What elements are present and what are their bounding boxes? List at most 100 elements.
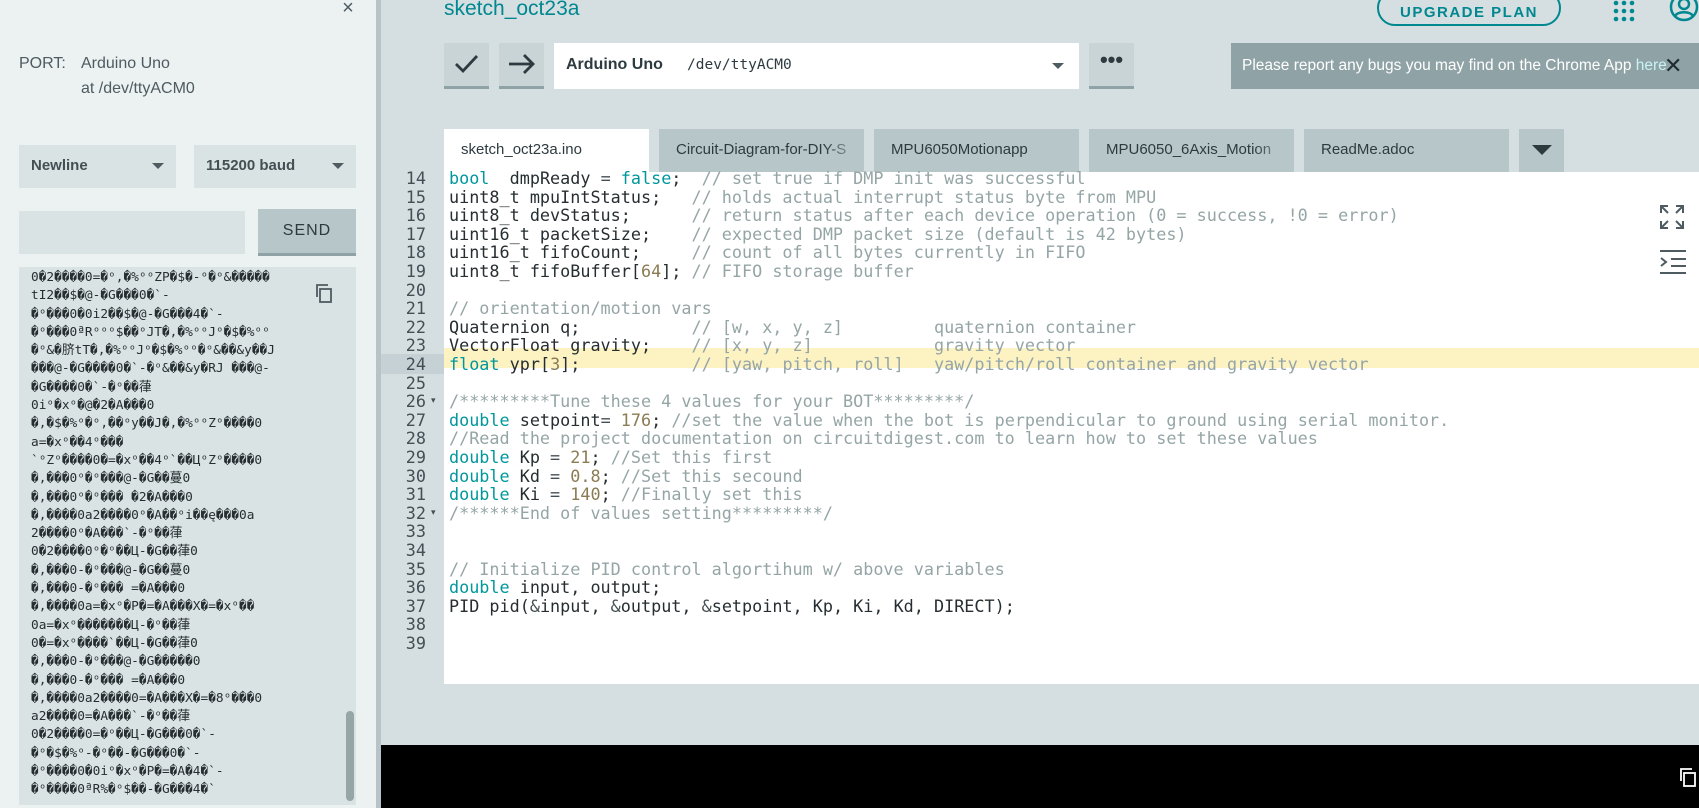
code-token: ]; [661, 261, 692, 281]
line-number: 31 [405, 484, 426, 505]
tab-sketch-ino[interactable]: sketch_oct23a.ino [444, 129, 649, 172]
console-output[interactable] [381, 745, 1699, 808]
serial-output-line: 0iᵒ�xᵒ�@�2�A���0 [31, 398, 155, 414]
code-token: 21 [570, 447, 591, 467]
bug-report-banner: Please report any bugs you may find on t… [1231, 43, 1699, 89]
code-line: uint8_t fifoBuffer[64]; // FIFO storage … [449, 261, 914, 281]
code-line: double input, output; [449, 577, 661, 597]
line-number: 39 [405, 633, 426, 653]
baud-rate-value: 115200 baud [206, 157, 296, 174]
verify-button[interactable] [444, 43, 489, 89]
line-number: 20 [405, 279, 426, 300]
upgrade-plan-button[interactable]: UPGRADE PLAN [1377, 0, 1561, 26]
code-token: double [449, 465, 510, 486]
code-token: & [701, 595, 712, 616]
code-line: VectorFloat gravity; // [x, y, z] gravit… [449, 335, 1075, 355]
code-token: ; [600, 465, 621, 486]
line-number: 18 [405, 242, 426, 263]
code-token: Kp [509, 447, 551, 467]
sketch-title[interactable]: sketch_oct23a [444, 0, 579, 21]
line-ending-select[interactable]: Newline [19, 145, 176, 188]
copy-icon[interactable] [1678, 766, 1699, 788]
serial-output-scrollbar[interactable] [346, 711, 354, 801]
tab-mpu6050-motionapp[interactable]: MPU6050Motionapp [874, 129, 1079, 172]
serial-send-input[interactable] [19, 211, 245, 254]
line-number: 21 [405, 298, 426, 319]
code-line: float ypr[3]; // [yaw, pitch, roll] yaw/… [449, 354, 1368, 374]
code-token: // Initialize PID control algortihum w/ … [449, 558, 1005, 579]
code-token: double [449, 484, 510, 505]
code-token: /******End of values setting*********/ [449, 502, 833, 523]
baud-rate-select[interactable]: 115200 baud [194, 145, 356, 188]
serial-output-text: 0�2����0=�ᵒ,�%ᵒᵒZP�$�-ᵒ�ᵒ&����� tI2��$�@-… [31, 269, 336, 800]
grid-icon[interactable] [1613, 0, 1635, 22]
serial-output[interactable]: 0�2����0=�ᵒ,�%ᵒᵒZP�$�-ᵒ�ᵒ&����� tI2��$�@-… [19, 267, 356, 805]
bug-report-link[interactable]: here [1636, 57, 1667, 74]
line-number: 30 [405, 465, 426, 486]
code-token: 140 [570, 484, 601, 505]
serial-output-line: �ᵒ����0ªR%�ᵒ$��-�G���4�` [31, 782, 216, 798]
board-selector[interactable]: Arduino Uno /dev/ttyACM0 [554, 43, 1079, 89]
line-number: 22 [405, 316, 426, 337]
account-icon[interactable] [1669, 0, 1699, 22]
tab-label: Circuit-Diagram-for-DIY-S [676, 141, 847, 158]
code-token: uint8_t mpuIntStatus; [449, 186, 692, 207]
port-label: PORT: [19, 55, 66, 72]
code-token: // orientation/motion vars [449, 298, 712, 319]
expand-icon[interactable] [1659, 204, 1685, 230]
send-button[interactable]: SEND [258, 209, 356, 256]
serial-output-line: �,���0-�ᵒ��� =�A���0 [31, 672, 186, 688]
indent-icon[interactable] [1659, 249, 1687, 275]
code-token: ; [600, 484, 621, 505]
serial-output-line: 0�2����0ᵒ�ᵒ��Ц-�G��葎0 [31, 544, 198, 560]
line-number: 17 [405, 223, 426, 244]
code-token: double [449, 447, 510, 467]
line-number: 33 [405, 521, 426, 542]
check-icon [455, 55, 479, 74]
code-token: & [610, 595, 621, 616]
copy-icon[interactable] [313, 281, 337, 305]
fold-toggle-icon[interactable]: ▾ [431, 507, 436, 518]
tab-mpu6050-6axis[interactable]: MPU6050_6Axis_Motion [1089, 129, 1294, 172]
upload-button[interactable] [499, 43, 544, 89]
code-token: // count of all bytes currently in FIFO [691, 242, 1086, 263]
code-token: output, [620, 595, 702, 616]
fold-toggle-icon[interactable]: ▾ [431, 395, 436, 406]
tabs-dropdown-button[interactable] [1519, 129, 1564, 172]
bug-banner-text: Please report any bugs you may find on t… [1242, 57, 1636, 74]
code-line: double Kp = 21; //Set this first [449, 447, 772, 467]
line-number: 36 [405, 577, 426, 598]
serial-output-line: �,���0ᵒ�ᵒ���@-�G��蔓0 [31, 471, 191, 487]
code-line: double Kd = 0.8; //Set this secound [449, 466, 803, 486]
serial-output-line: �ᵒ���0�0i2��$�@-�G���4�`- [31, 306, 224, 322]
code-line: double setpoint= 176; //set the value wh… [449, 410, 1449, 430]
serial-output-line: a=�xᵒ��4ᵒ��� [31, 434, 124, 450]
code-line: /*********Tune these 4 values for your B… [449, 391, 974, 411]
code-token: setpoint [509, 409, 601, 430]
line-number: 27 [405, 409, 426, 430]
code-token: bool [449, 168, 490, 188]
serial-output-line: �ᵒ���0ªRᵒᵒᵒ$��ᵒJT�,�%ᵒᵒJᵒ�$�%ᵒᵒ [31, 324, 270, 340]
code-token: //Set this secound [620, 465, 803, 486]
tab-circuit-diagram[interactable]: Circuit-Diagram-for-DIY-S [659, 129, 864, 172]
code-token: VectorFloat gravity; [449, 335, 692, 356]
tab-label: ReadMe.adoc [1321, 141, 1415, 158]
code-token: uint8_t devStatus; [449, 205, 692, 226]
chevron-down-icon [152, 163, 164, 169]
serial-output-line: 0�=�xᵒ����`��Ц-�G��葎0 [31, 635, 198, 651]
serial-output-line: 0a=�xᵒ�������Ц-�ᵒ��葎 [31, 617, 191, 633]
close-banner-button[interactable]: ✕ [1664, 55, 1682, 77]
tab-readme[interactable]: ReadMe.adoc [1304, 129, 1509, 172]
code-line: Quaternion q; // [w, x, y, z] quaternion… [449, 317, 1136, 337]
code-token: & [529, 595, 540, 616]
code-token: ]; [560, 354, 692, 374]
close-serial-monitor-button[interactable]: × [337, 0, 359, 18]
code-line: /******End of values setting*********/ [449, 503, 833, 523]
line-number: 28 [405, 428, 426, 449]
code-token: //Read the project documentation on circ… [449, 428, 1318, 449]
code-token: = [600, 168, 611, 188]
arrow-right-icon [509, 54, 535, 74]
code-token: ypr[ [499, 354, 551, 374]
more-options-button[interactable]: ••• [1089, 43, 1134, 89]
line-number: 26 [405, 391, 426, 412]
